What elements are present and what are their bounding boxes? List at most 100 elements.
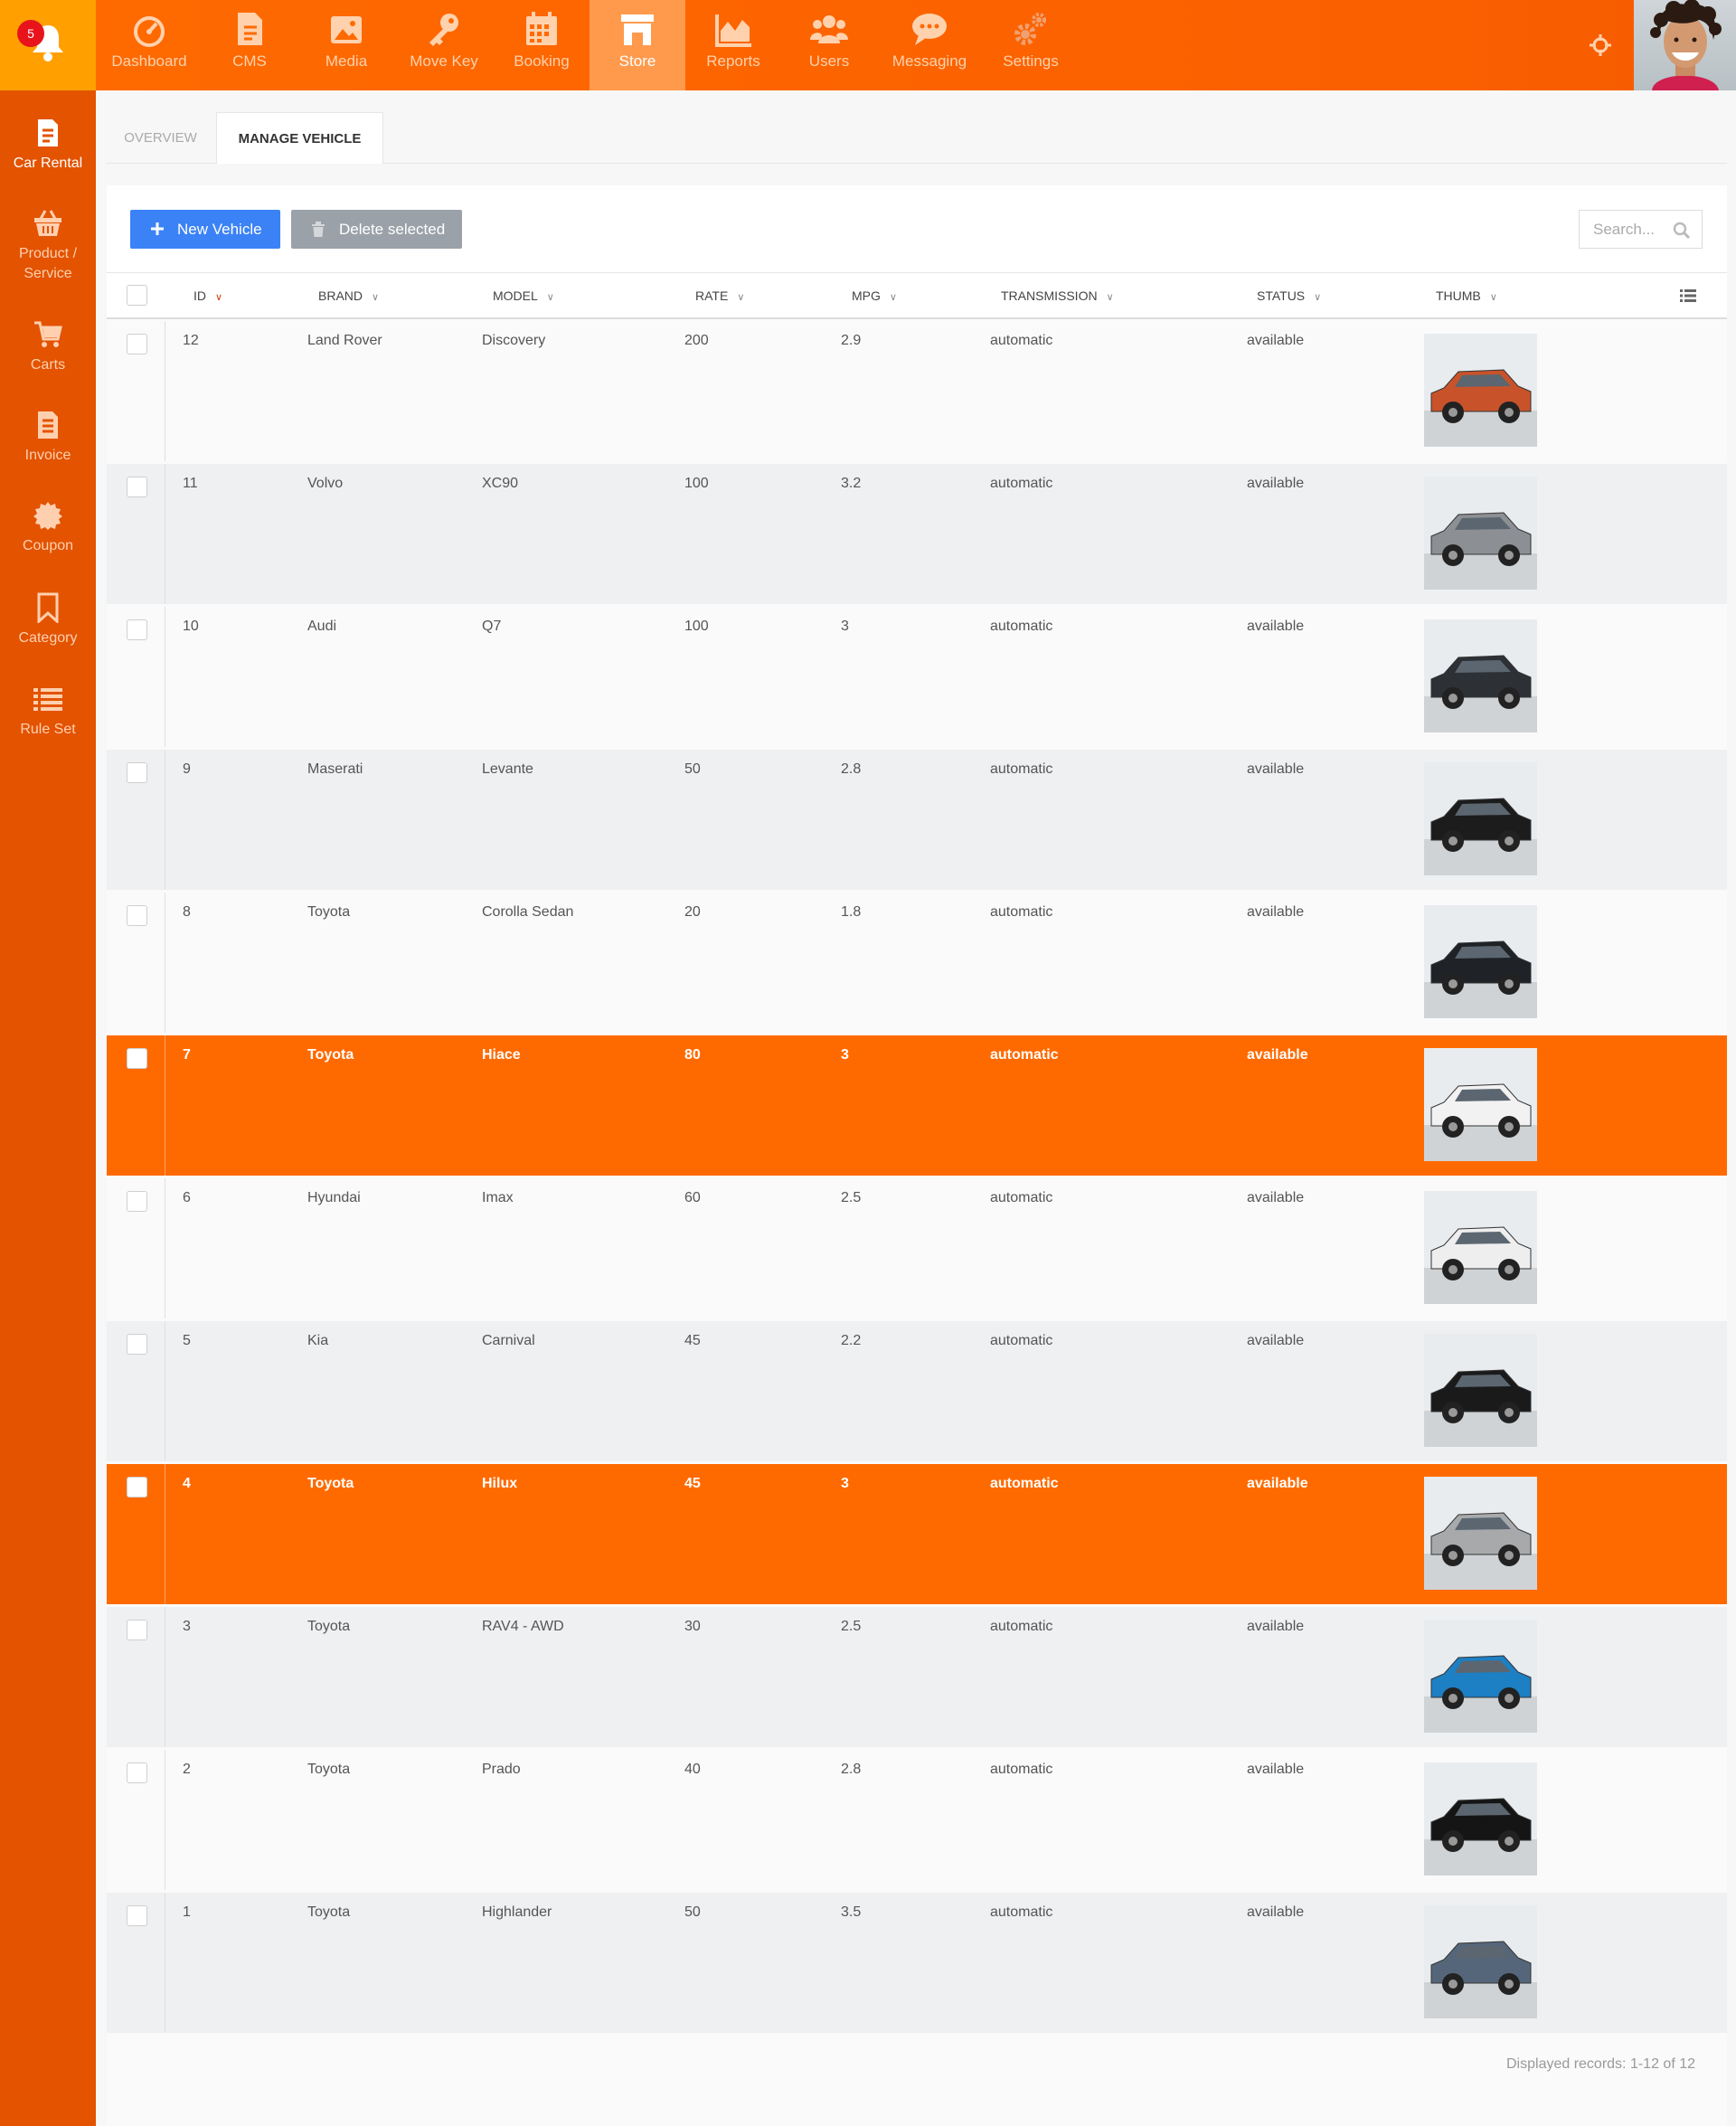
row-checkbox[interactable]: [127, 619, 147, 640]
cell-status: available: [1247, 904, 1305, 920]
nav-booking[interactable]: Booking: [502, 0, 581, 90]
tab-manage-vehicle[interactable]: MANAGE VEHICLE: [216, 112, 383, 164]
cell-model: Imax: [482, 1190, 514, 1205]
cell-transmission: automatic: [990, 619, 1053, 634]
nav-users[interactable]: Users: [792, 0, 866, 90]
user-avatar[interactable]: [1634, 0, 1736, 90]
cell-transmission: automatic: [990, 476, 1053, 491]
nav-media[interactable]: Media: [309, 0, 383, 90]
cell-mpg: 1.8: [841, 904, 862, 920]
cell-mpg: 2.5: [841, 1619, 862, 1634]
table-row[interactable]: 6 Hyundai Imax 60 2.5 automatic available: [107, 1178, 1727, 1318]
table-row[interactable]: 3 Toyota RAV4 - AWD 30 2.5 automatic available: [107, 1607, 1727, 1747]
notifications-button[interactable]: 5: [0, 0, 96, 90]
table-row[interactable]: 7 Toyota Hiace 80 3 automatic available: [107, 1035, 1727, 1176]
table-row[interactable]: 2 Toyota Prado 40 2.8 automatic available: [107, 1750, 1727, 1890]
table-row[interactable]: 4 Toyota Hilux 45 3 automatic available: [107, 1464, 1727, 1604]
cell-status: available: [1247, 1047, 1308, 1063]
row-checkbox[interactable]: [127, 1334, 147, 1355]
cell-mpg: 3: [841, 619, 849, 634]
vehicle-thumbnail[interactable]: [1424, 1477, 1537, 1590]
column-header-transmission[interactable]: TRANSMISSION ∨: [1001, 273, 1114, 318]
select-all-checkbox[interactable]: [127, 285, 147, 306]
table-row[interactable]: 1 Toyota Highlander 50 3.5 automatic available: [107, 1893, 1727, 2033]
tab-overview[interactable]: OVERVIEW: [107, 112, 214, 164]
sidebar-item-coupon[interactable]: Coupon: [0, 500, 96, 556]
delete-selected-button[interactable]: Delete selected: [291, 210, 462, 249]
row-checkbox[interactable]: [127, 1048, 147, 1069]
sidebar-item-invoice[interactable]: Invoice: [0, 410, 96, 466]
sidebar-item-car-rental[interactable]: Car Rental: [0, 118, 96, 174]
search-input[interactable]: [1580, 211, 1670, 248]
vehicle-thumbnail[interactable]: [1424, 1620, 1537, 1733]
cms-icon: [238, 13, 262, 45]
nav-settings[interactable]: Settings: [992, 0, 1070, 90]
table-row[interactable]: 10 Audi Q7 100 3 automatic available: [107, 607, 1727, 747]
invoice-icon: [38, 411, 58, 439]
crosshair-icon[interactable]: [1588, 33, 1613, 58]
notification-count-badge: 5: [17, 20, 44, 47]
column-list-icon[interactable]: [1680, 288, 1696, 303]
cell-id: 5: [183, 1333, 191, 1348]
new-vehicle-button[interactable]: New Vehicle: [130, 210, 280, 249]
row-checkbox[interactable]: [127, 334, 147, 354]
cell-brand: Land Rover: [307, 333, 382, 348]
chart-icon: [715, 14, 751, 47]
nav-reports[interactable]: Reports: [696, 0, 770, 90]
cell-mpg: 3.2: [841, 476, 862, 491]
table-row[interactable]: 8 Toyota Corolla Sedan 20 1.8 automatic availa…: [107, 893, 1727, 1033]
row-checkbox[interactable]: [127, 1477, 147, 1498]
vehicle-thumbnail[interactable]: [1424, 1905, 1537, 2018]
column-header-model[interactable]: MODEL ∨: [493, 273, 554, 318]
cell-brand: Audi: [307, 619, 337, 634]
row-checkbox[interactable]: [127, 1762, 147, 1783]
cell-model: Corolla Sedan: [482, 904, 574, 920]
column-header-mpg[interactable]: MPG ∨: [852, 273, 897, 318]
vehicle-thumbnail[interactable]: [1424, 619, 1537, 732]
row-checkbox[interactable]: [127, 905, 147, 926]
gears-icon: [1014, 13, 1046, 45]
row-checkbox[interactable]: [127, 477, 147, 497]
records-count: Displayed records: 1-12 of 12: [1506, 2056, 1695, 2072]
vehicle-thumbnail[interactable]: [1424, 1334, 1537, 1447]
cell-model: Carnival: [482, 1333, 535, 1348]
table-row[interactable]: 5 Kia Carnival 45 2.2 automatic available: [107, 1321, 1727, 1461]
nav-move-key[interactable]: Move Key: [402, 0, 486, 90]
cell-transmission: automatic: [990, 1047, 1059, 1063]
cell-status: available: [1247, 761, 1305, 777]
vehicle-thumbnail[interactable]: [1424, 334, 1537, 447]
sidebar-item-rule-set[interactable]: Rule Set: [0, 684, 96, 740]
tab-bar: OVERVIEW MANAGE VEHICLE: [107, 112, 1727, 164]
column-header-id[interactable]: ID ∨: [193, 273, 222, 318]
sidebar-item-category[interactable]: Category: [0, 592, 96, 648]
table-row[interactable]: 9 Maserati Levante 50 2.8 automatic available: [107, 750, 1727, 890]
row-checkbox[interactable]: [127, 1191, 147, 1212]
row-checkbox[interactable]: [127, 762, 147, 783]
car-image: [1424, 1905, 1537, 2018]
column-header-status[interactable]: STATUS ∨: [1257, 273, 1321, 318]
vehicle-thumbnail[interactable]: [1424, 905, 1537, 1018]
cell-status: available: [1247, 1619, 1305, 1634]
sidebar-item-product-service[interactable]: Product / Service: [0, 208, 96, 284]
vehicle-thumbnail[interactable]: [1424, 477, 1537, 590]
vehicle-thumbnail[interactable]: [1424, 1048, 1537, 1161]
nav-messaging[interactable]: Messaging: [886, 0, 973, 90]
search-icon[interactable]: [1673, 222, 1691, 240]
table-row[interactable]: 12 Land Rover Discovery 200 2.9 automatic avai…: [107, 321, 1727, 461]
chevron-down-icon: ∨: [1489, 292, 1497, 303]
row-checkbox[interactable]: [127, 1905, 147, 1926]
table-row[interactable]: 11 Volvo XC90 100 3.2 automatic available: [107, 464, 1727, 604]
row-checkbox[interactable]: [127, 1620, 147, 1640]
nav-cms[interactable]: CMS: [212, 0, 287, 90]
column-header-rate[interactable]: RATE ∨: [695, 273, 744, 318]
vehicle-thumbnail[interactable]: [1424, 1191, 1537, 1304]
nav-dashboard[interactable]: Dashboard: [100, 0, 198, 90]
sidebar-item-carts[interactable]: Carts: [0, 319, 96, 375]
vehicle-thumbnail[interactable]: [1424, 1762, 1537, 1876]
nav-store[interactable]: Store: [590, 0, 685, 90]
cell-status: available: [1247, 619, 1305, 634]
trash-icon: [312, 222, 325, 237]
vehicle-thumbnail[interactable]: [1424, 762, 1537, 875]
column-header-thumb[interactable]: THUMB ∨: [1436, 273, 1497, 318]
column-header-brand[interactable]: BRAND ∨: [318, 273, 379, 318]
